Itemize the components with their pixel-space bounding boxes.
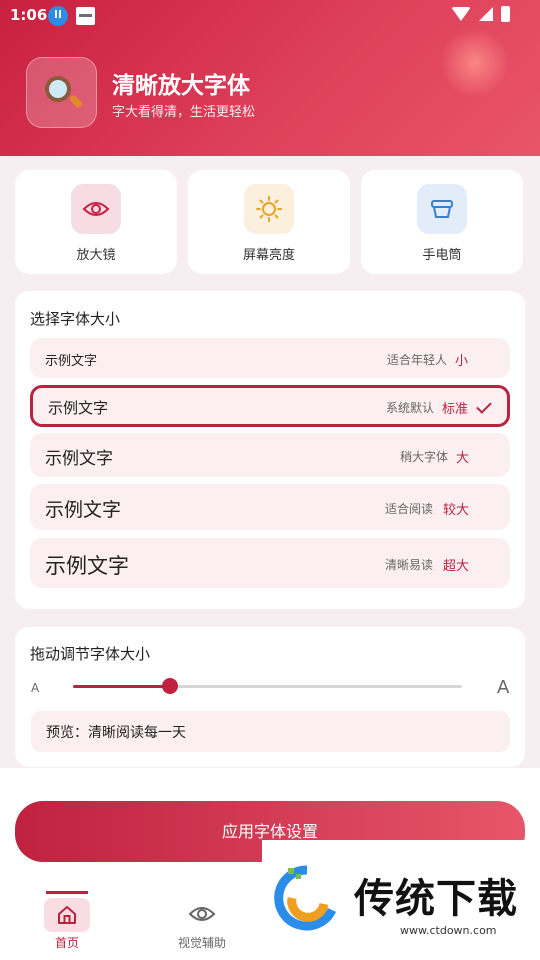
status-time: 1:06 [10, 6, 48, 24]
font-option-larger[interactable]: 示例文字 适合阅读 较大 [30, 484, 510, 530]
tool-flashlight[interactable]: 手电筒 [361, 170, 523, 274]
option-desc: 系统默认 [385, 401, 434, 415]
option-level: 大 [455, 451, 469, 466]
header: 1:06 清晰放大字体 字大看得清，生活更轻松 [0, 0, 540, 156]
font-size-card: 选择字体大小 示例文字 适合年轻人 小 示例文字 系统默认 标准 示例文字 稍大… [15, 291, 525, 609]
option-desc: 清晰易读 [384, 558, 433, 572]
font-size-title: 选择字体大小 [30, 310, 121, 328]
option-level: 较大 [442, 503, 469, 518]
header-glow [440, 28, 510, 98]
font-option-large[interactable]: 示例文字 稍大字体 大 [30, 433, 510, 477]
watermark-url: www.ctdown.com [400, 924, 497, 937]
eye-icon [188, 907, 216, 921]
option-level: 超大 [442, 559, 469, 574]
watermark-brand: 传统下载 [354, 876, 518, 922]
font-size-slider[interactable] [73, 685, 462, 688]
app-subtitle: 字大看得清，生活更轻松 [112, 105, 256, 120]
watermark: 传统下载 www.ctdown.com [262, 840, 540, 960]
eye-icon [71, 184, 121, 234]
slider-fill [73, 685, 170, 688]
download-icon [48, 6, 68, 26]
option-level: 小 [454, 354, 468, 369]
font-option-standard[interactable]: 示例文字 系统默认 标准 [30, 385, 510, 427]
font-option-xlarge[interactable]: 示例文字 清晰易读 超大 [30, 538, 510, 588]
slider-title: 拖动调节字体大小 [30, 645, 151, 663]
option-sample: 示例文字 [45, 554, 129, 578]
slider-min-label: A [31, 681, 40, 695]
option-desc: 稍大字体 [399, 450, 448, 464]
font-option-small[interactable]: 示例文字 适合年轻人 小 [30, 338, 510, 378]
status-bar: 1:06 [0, 0, 540, 32]
flashlight-icon [417, 184, 467, 234]
option-desc: 适合阅读 [384, 502, 433, 516]
wifi-icon [451, 7, 471, 21]
nav-visual-assist-label: 视觉辅助 [178, 936, 227, 950]
nav-home-label: 首页 [55, 936, 80, 950]
tool-magnifier[interactable]: 放大镜 [15, 170, 177, 274]
watermark-logo-icon [274, 865, 337, 931]
nav-home[interactable] [44, 898, 90, 932]
option-sample: 示例文字 [48, 399, 109, 417]
slider-thumb[interactable] [162, 678, 178, 694]
magnifier-icon [45, 76, 71, 102]
preview-text: 预览：清晰阅读每一天 [31, 711, 510, 752]
option-level: 标准 [441, 402, 468, 417]
home-icon [58, 906, 76, 924]
option-sample: 示例文字 [45, 354, 98, 369]
check-icon [476, 398, 492, 414]
nav-active-indicator [46, 891, 88, 894]
tool-label: 屏幕亮度 [242, 248, 295, 263]
option-sample: 示例文字 [45, 499, 122, 521]
signal-icon [479, 7, 493, 21]
slider-max-label: A [497, 677, 510, 698]
notification-image-icon [76, 7, 95, 25]
tool-label: 放大镜 [76, 248, 116, 263]
battery-icon [501, 6, 510, 22]
app-title: 清晰放大字体 [112, 73, 250, 99]
option-sample: 示例文字 [45, 449, 113, 469]
option-desc: 适合年轻人 [386, 353, 447, 367]
tool-brightness[interactable]: 屏幕亮度 [188, 170, 350, 274]
app-logo [26, 57, 97, 128]
sun-icon [244, 184, 294, 234]
tool-label: 手电筒 [422, 248, 462, 263]
